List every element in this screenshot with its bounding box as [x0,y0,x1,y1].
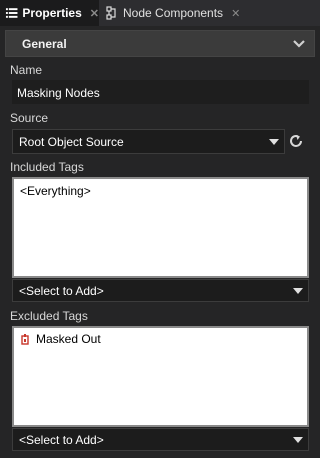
name-field[interactable]: Masking Nodes [12,80,309,104]
included-tags-add-dropdown[interactable]: <Select to Add> [12,279,309,302]
included-tags-label: Included Tags [10,160,84,174]
excluded-tags-list[interactable]: Masked Out [12,326,309,427]
source-label: Source [10,111,49,125]
list-item-label: <Everything> [20,184,91,198]
close-icon[interactable]: ✕ [90,7,99,20]
list-item-label: Masked Out [36,332,101,346]
name-label: Name [10,63,43,77]
included-tags-list[interactable]: <Everything> [12,177,309,278]
source-dropdown[interactable]: Root Object Source [12,129,285,154]
list-icon [5,8,18,18]
dropdown-arrow-icon [293,288,303,294]
section-title: General [22,37,67,51]
chevron-down-icon[interactable] [292,37,306,51]
tag-icon [21,334,29,345]
general-section-header[interactable]: General [5,30,315,57]
add-placeholder: <Select to Add> [19,433,104,447]
list-item[interactable]: <Everything> [20,184,91,198]
tab-node-components-label: Node Components [123,6,224,20]
dropdown-arrow-icon [293,437,303,443]
node-components-icon [106,6,116,20]
refresh-icon[interactable] [288,133,304,149]
tab-bar: Properties ✕ Node Components ✕ [0,0,320,26]
add-placeholder: <Select to Add> [19,284,104,298]
excluded-tags-label: Excluded Tags [10,309,88,323]
source-value: Root Object Source [19,135,124,149]
excluded-tags-add-dropdown[interactable]: <Select to Add> [12,428,309,451]
close-icon[interactable]: ✕ [231,7,240,20]
tab-properties[interactable]: Properties ✕ [0,0,99,26]
tab-node-components[interactable]: Node Components ✕ [100,0,245,26]
dropdown-arrow-icon [269,139,279,145]
tab-properties-label: Properties [22,6,82,20]
list-item[interactable]: Masked Out [20,332,101,346]
